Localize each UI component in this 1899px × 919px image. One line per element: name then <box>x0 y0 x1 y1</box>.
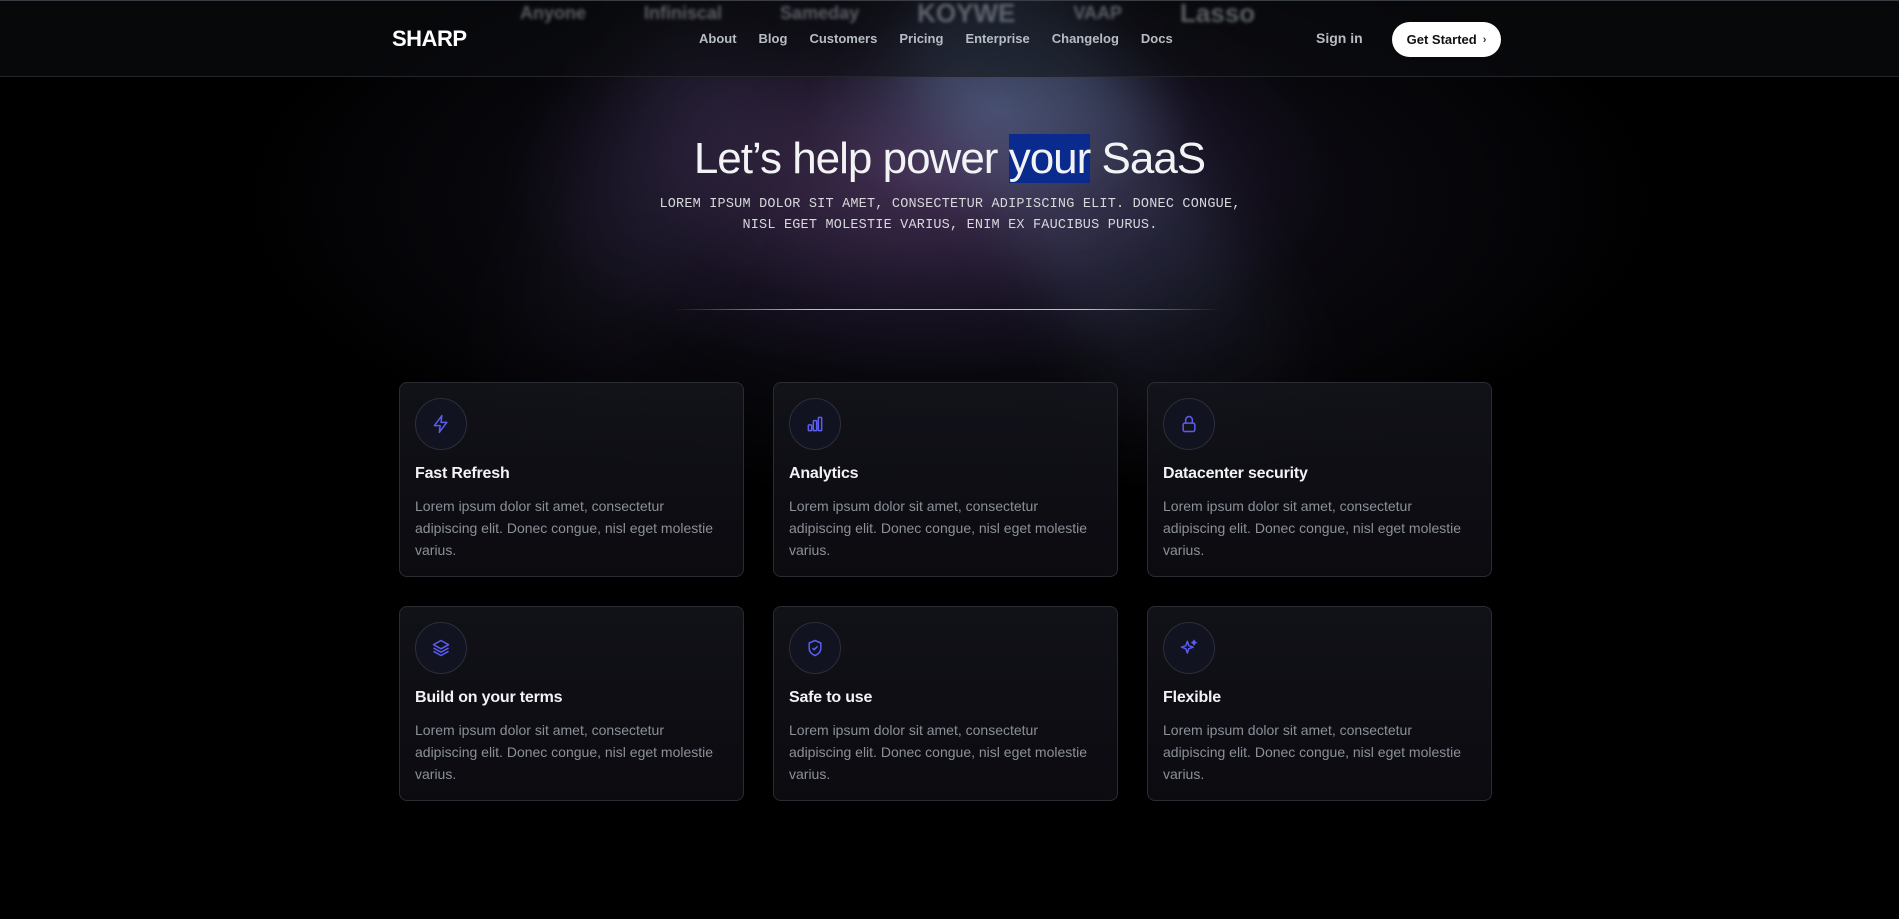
nav-link-enterprise[interactable]: Enterprise <box>965 31 1029 46</box>
get-started-button[interactable]: Get Started › <box>1392 22 1501 57</box>
nav-link-customers[interactable]: Customers <box>809 31 877 46</box>
feature-card-fast-refresh: Fast Refresh Lorem ipsum dolor sit amet,… <box>399 382 744 577</box>
feature-card-flexible: Flexible Lorem ipsum dolor sit amet, con… <box>1147 606 1492 801</box>
feature-icon-badge <box>1163 398 1215 450</box>
hero-title: Let’s help power your SaaS <box>0 134 1899 184</box>
nav-link-about[interactable]: About <box>699 31 737 46</box>
feature-title: Build on your terms <box>415 689 563 706</box>
chevron-right-icon: › <box>1482 33 1487 46</box>
feature-title: Fast Refresh <box>415 465 510 482</box>
feature-title: Analytics <box>789 465 859 482</box>
nav-link-changelog[interactable]: Changelog <box>1052 31 1119 46</box>
nav-link-blog[interactable]: Blog <box>759 31 788 46</box>
layers-icon <box>432 639 450 657</box>
feature-title: Flexible <box>1163 689 1221 706</box>
feature-icon-badge <box>789 622 841 674</box>
brand-logo[interactable]: SHARP <box>392 26 467 52</box>
feature-icon-badge <box>789 398 841 450</box>
feature-icon-badge <box>415 398 467 450</box>
bar-chart-icon <box>807 416 823 432</box>
feature-description: Lorem ipsum dolor sit amet, consectetur … <box>415 722 714 782</box>
lock-icon <box>1182 415 1196 433</box>
top-navigation-bar: Anyone Infiniscal Sameday KOYWE VAAP Las… <box>0 0 1899 77</box>
main-nav: About Blog Customers Pricing Enterprise … <box>699 31 1173 46</box>
customer-logo: Lasso <box>1180 0 1256 28</box>
nav-link-pricing[interactable]: Pricing <box>899 31 943 46</box>
feature-title: Safe to use <box>789 689 873 706</box>
sign-in-link[interactable]: Sign in <box>1316 30 1363 46</box>
hero-title-end: SaaS <box>1090 134 1207 183</box>
customer-logo: KOYWE <box>917 0 1016 28</box>
lightning-icon <box>433 414 448 434</box>
feature-title: Datacenter security <box>1163 465 1308 482</box>
feature-card-datacenter-security: Datacenter security Lorem ipsum dolor si… <box>1147 382 1492 577</box>
nav-link-docs[interactable]: Docs <box>1141 31 1173 46</box>
get-started-label: Get Started <box>1406 32 1477 47</box>
hero-subtitle: LOREM IPSUM DOLOR SIT AMET, CONSECTETUR … <box>659 197 1241 233</box>
feature-description: Lorem ipsum dolor sit amet, consectetur … <box>1163 498 1462 558</box>
hero-divider <box>673 309 1221 310</box>
customer-logo: Anyone <box>520 2 587 23</box>
shield-check-icon <box>808 639 822 657</box>
feature-description: Lorem ipsum dolor sit amet, consectetur … <box>789 722 1088 782</box>
hero-title-start: Let’s help power <box>693 134 1009 183</box>
feature-description: Lorem ipsum dolor sit amet, consectetur … <box>1163 722 1462 782</box>
feature-icon-badge <box>1163 622 1215 674</box>
customer-logo: Sameday <box>780 2 860 23</box>
feature-card-analytics: Analytics Lorem ipsum dolor sit amet, co… <box>773 382 1118 577</box>
customer-logo: Infiniscal <box>644 2 723 23</box>
customer-logo: VAAP <box>1073 2 1123 23</box>
features-grid: Fast Refresh Lorem ipsum dolor sit amet,… <box>399 382 1495 801</box>
feature-description: Lorem ipsum dolor sit amet, consectetur … <box>789 498 1088 558</box>
feature-description: Lorem ipsum dolor sit amet, consectetur … <box>415 498 714 558</box>
customer-logo-strip: Anyone Infiniscal Sameday KOYWE VAAP Las… <box>520 0 1380 28</box>
feature-card-safe-to-use: Safe to use Lorem ipsum dolor sit amet, … <box>773 606 1118 801</box>
feature-icon-badge <box>415 622 467 674</box>
feature-card-build-on-your-terms: Build on your terms Lorem ipsum dolor si… <box>399 606 744 801</box>
hero-title-highlight: your <box>1008 134 1091 183</box>
sparkles-icon <box>1180 639 1197 654</box>
